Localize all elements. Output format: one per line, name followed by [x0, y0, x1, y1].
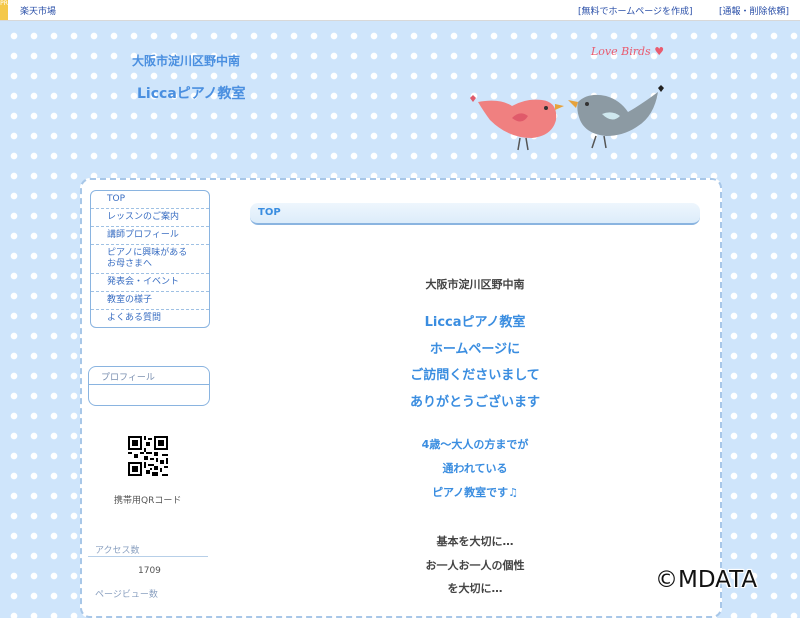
main-heading-bar: TOP [250, 203, 700, 225]
profile-heading: プロフィール [89, 367, 209, 385]
main-text-line: Liccaピアノ教室 [424, 315, 526, 330]
page-title: TOP [258, 207, 281, 218]
main-text-line: 4歳～大人の方までが [421, 438, 529, 451]
main-text-line: 通われている [442, 462, 508, 475]
pageview-count-label: ページビュー数 [95, 590, 158, 600]
nav-item-classroom[interactable]: 教室の様子 [91, 292, 209, 310]
pr-tag: PR [0, 0, 8, 20]
watermark: ©MDATA [655, 567, 758, 593]
side-navigation: TOP レッスンのご案内 講師プロフィール ピアノに興味がある お母さまへ 発表… [90, 190, 210, 328]
access-count-value: 1709 [138, 566, 161, 576]
profile-box: プロフィール [88, 366, 210, 406]
main-text-line: 基本を大切に… [436, 535, 514, 548]
qr-code-icon [128, 436, 168, 476]
report-link[interactable]: [通報・削除依頼] [719, 4, 789, 17]
main-text-line: お一人お一人の個性 [425, 559, 525, 572]
main-text-line: を大切に… [447, 582, 503, 595]
main-text-line: ホームページに [429, 342, 521, 357]
main-text-line: ご訪問くださいまして [410, 368, 540, 383]
divider [88, 556, 208, 557]
header-address: 大阪市淀川区野中南 [132, 54, 241, 68]
main-text-line: ありがとうございます [409, 395, 540, 410]
top-bar: PR 楽天市場 [無料でホームページを作成] [通報・削除依頼] [0, 0, 800, 21]
rakuten-link[interactable]: 楽天市場 [20, 4, 56, 17]
create-homepage-link[interactable]: [無料でホームページを作成] [578, 4, 693, 17]
main-text-line: ピアノ教室です♫ [432, 486, 518, 499]
nav-item-events[interactable]: 発表会・イベント [91, 274, 209, 292]
love-birds-illustration [470, 85, 664, 151]
access-count-label: アクセス数 [95, 546, 140, 556]
nav-item-teacher-profile[interactable]: 講師プロフィール [91, 227, 209, 245]
main-text-line: 大阪市淀川区野中南 [425, 278, 525, 291]
nav-item-for-mothers[interactable]: ピアノに興味がある お母さまへ [91, 245, 209, 274]
qr-code-label: 携帯用QRコード [114, 496, 182, 506]
nav-item-top[interactable]: TOP [91, 191, 209, 209]
nav-item-faq[interactable]: よくある質問 [91, 310, 209, 327]
nav-item-lessons[interactable]: レッスンのご案内 [91, 209, 209, 227]
site-title[interactable]: Liccaピアノ教室 [137, 83, 246, 103]
